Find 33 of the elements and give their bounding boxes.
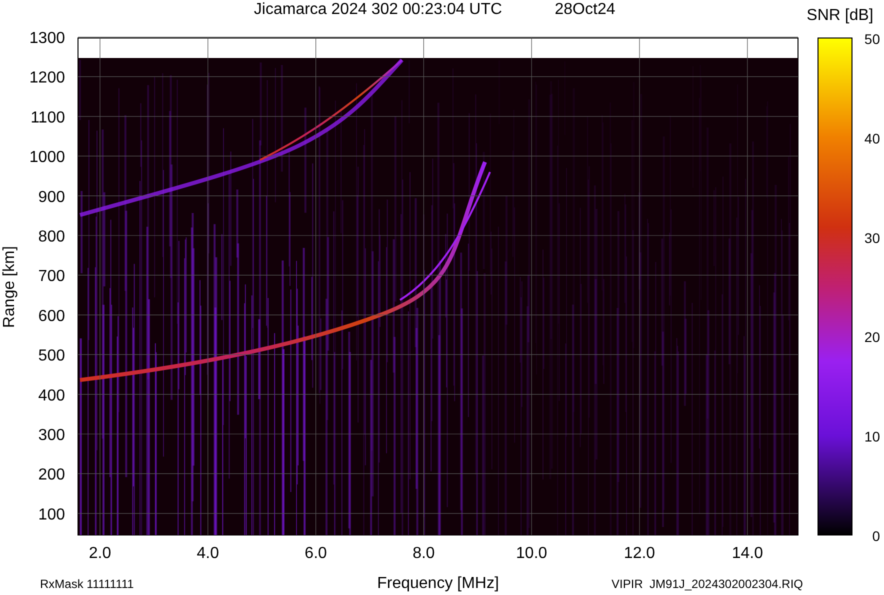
y-axis-label: Range [km]	[1, 246, 18, 328]
x-tick-label: 6.0	[304, 545, 327, 562]
x-tick-label: 4.0	[196, 545, 220, 562]
plot-date: 28Oct24	[554, 1, 616, 18]
colorbar-title: SNR [dB]	[806, 7, 874, 24]
file-name-label: VIPIR JM91J_2024302002304.RIQ	[612, 577, 803, 591]
y-tick-label: 900	[38, 188, 65, 206]
y-tick-label: 1300	[29, 30, 65, 47]
y-tick-label: 1100	[30, 109, 65, 126]
rx-mask-label: RxMask 11111111	[40, 577, 134, 591]
colorbar-tick-label: 0	[872, 528, 880, 544]
y-tick-label: 200	[38, 466, 65, 484]
y-tick-label: 400	[38, 387, 65, 404]
x-tick-label: 2.0	[88, 545, 112, 562]
y-tick-label: 800	[38, 228, 65, 246]
y-tick-label: 100	[38, 506, 65, 524]
colorbar-tick-label: 20	[864, 329, 880, 346]
colorbar-tick-label: 10	[864, 428, 880, 445]
y-tick-label: 500	[38, 348, 65, 365]
colorbar-tick-label: 50	[864, 31, 880, 47]
y-tick-label: 1000	[29, 149, 65, 166]
colorbar-tick-label: 40	[864, 130, 880, 146]
x-axis-label: Frequency [MHz]	[377, 575, 499, 592]
x-tick-label: 8.0	[412, 545, 435, 562]
x-tick-label: 10.0	[516, 545, 548, 562]
y-tick-label: 600	[38, 308, 65, 325]
x-tick-label: 12.0	[624, 545, 656, 562]
plot-title: Jicamarca 2024 302 00:23:04 UTC	[254, 1, 502, 18]
x-tick-label: 14.0	[732, 545, 763, 562]
y-tick-label: 1200	[29, 70, 65, 87]
colorbar-tick-label: 30	[864, 230, 880, 246]
y-tick-label: 700	[38, 268, 65, 286]
y-tick-label: 300	[38, 427, 65, 444]
